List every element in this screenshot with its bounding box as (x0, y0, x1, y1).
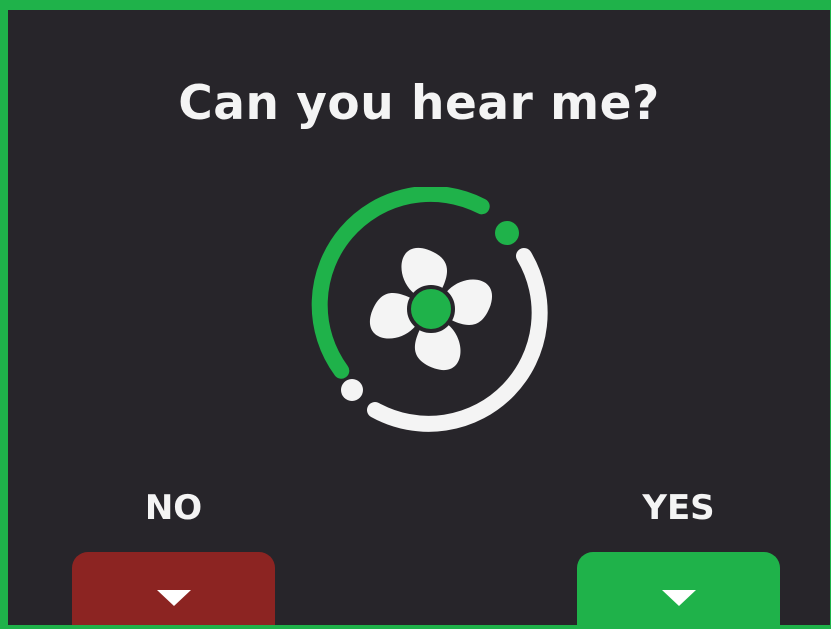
fan-status-graphic (308, 185, 558, 439)
no-button[interactable] (72, 552, 275, 625)
fan-hub (407, 285, 455, 333)
triangle-down-icon (661, 590, 696, 606)
yes-button[interactable] (577, 552, 780, 625)
no-label: NO (144, 488, 203, 528)
fan-icon (311, 185, 548, 432)
progress-dot-white (341, 379, 363, 401)
triangle-down-icon (156, 590, 191, 606)
progress-dot-green (495, 221, 519, 245)
screen-frame: Can you hear me? NO YES (0, 0, 831, 629)
page-title: Can you hear me? (178, 76, 660, 131)
yes-label: YES (642, 488, 715, 528)
